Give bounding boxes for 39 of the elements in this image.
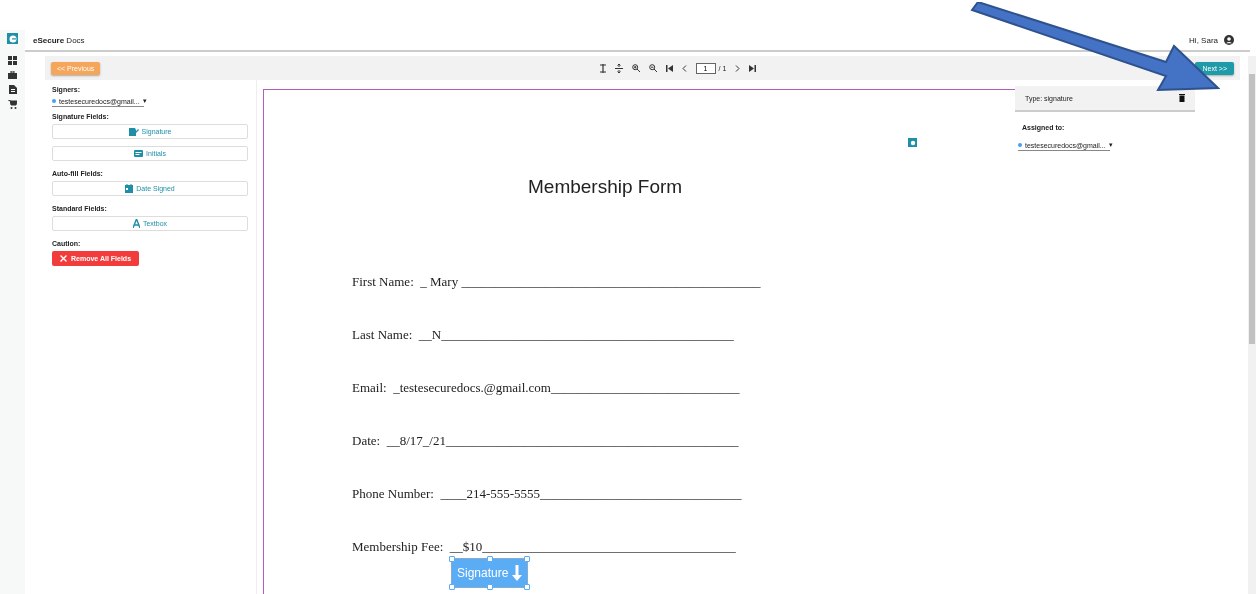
app-logo-icon[interactable] (7, 33, 18, 44)
form-line: Last Name: __N_____________________________________________ (352, 327, 734, 342)
form-line: Membership Fee: __$10_______________________________________ (352, 539, 736, 554)
user-icon[interactable] (1224, 35, 1234, 45)
next-page-icon[interactable] (735, 64, 741, 72)
resize-handle[interactable] (486, 584, 493, 590)
briefcase-icon[interactable] (8, 71, 17, 79)
text-icon (132, 219, 140, 228)
zoom-out-icon[interactable] (648, 64, 657, 72)
signature-field[interactable]: Signature (451, 558, 529, 588)
zoom-in-icon[interactable] (631, 64, 640, 72)
dashboard-icon[interactable] (8, 56, 17, 65)
document-icon[interactable] (8, 85, 17, 94)
previous-page-icon[interactable] (681, 64, 687, 72)
form-line: First Name: _ Mary ______________________________________________ (352, 274, 761, 289)
down-arrow-icon (512, 565, 523, 581)
resize-handle[interactable] (524, 584, 531, 590)
cart-icon[interactable] (8, 100, 17, 109)
calendar-icon (125, 184, 134, 193)
form-line: Date: __8/17_/21_____________________________________________ (352, 433, 739, 448)
document-logo-icon (908, 138, 917, 147)
user-greeting: Hi, Sara (1189, 35, 1218, 45)
app-title: eSecure Docs (33, 35, 86, 45)
resize-handle[interactable] (449, 584, 455, 590)
form-line: Phone Number: ____214-555-5555_______________________________ (352, 486, 742, 501)
delete-icon[interactable] (1179, 94, 1185, 102)
signature-icon (128, 127, 139, 136)
fit-width-icon[interactable] (614, 63, 623, 73)
close-icon (60, 255, 67, 262)
scrollbar[interactable] (1248, 56, 1256, 594)
form-line: Email: _testesecuredocs.@gmail.com_____________________________ (352, 380, 740, 395)
first-page-icon[interactable] (665, 64, 673, 72)
document-title: Membership Form (528, 176, 683, 198)
last-page-icon[interactable] (749, 64, 757, 72)
resize-handle[interactable] (486, 556, 493, 562)
resize-handle[interactable] (524, 556, 531, 562)
initials-icon (134, 150, 144, 157)
fit-height-icon[interactable] (599, 63, 606, 73)
resize-handle[interactable] (449, 556, 455, 562)
